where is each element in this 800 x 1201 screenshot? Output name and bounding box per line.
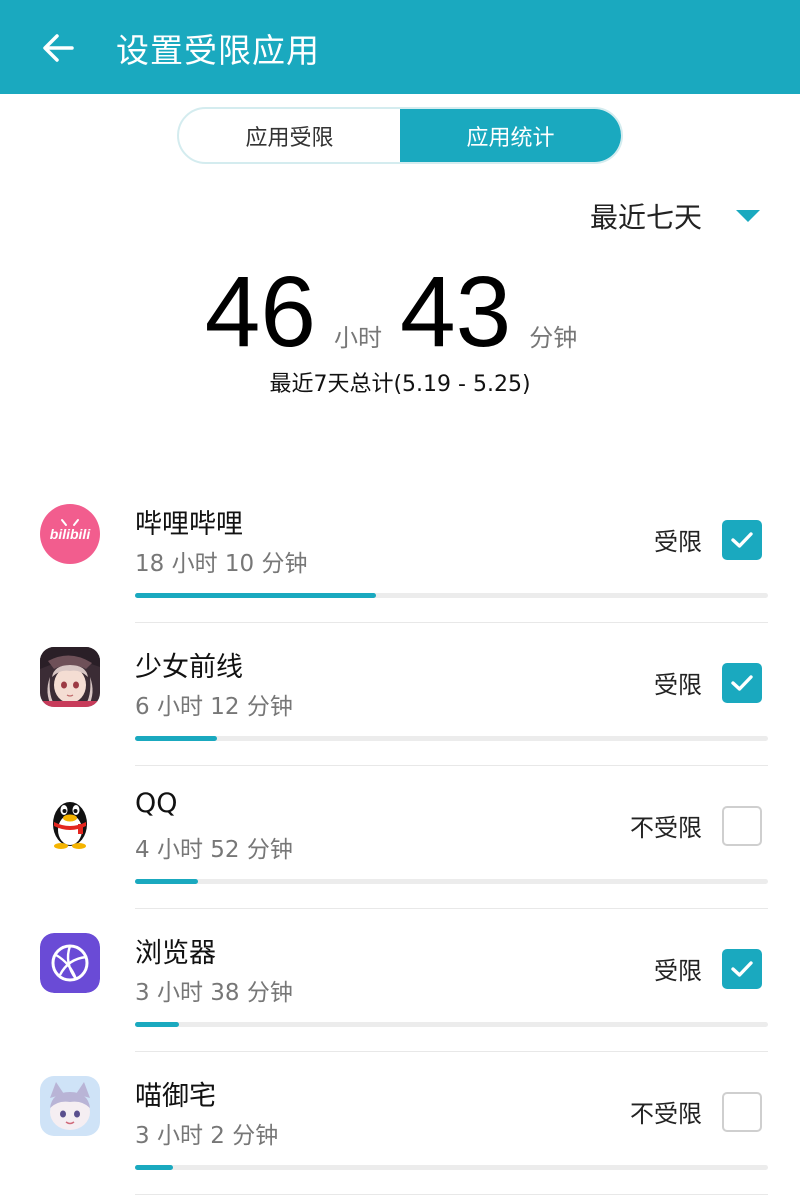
page-title: 设置受限应用 [116,31,320,70]
list-item[interactable]: 喵御宅 3 小时 2 分钟 不受限 [0,1052,800,1195]
total-subtitle: 最近7天总计(5.19 - 5.25) [269,372,531,397]
hours-unit: 小时 [334,324,382,352]
app-name: 少女前线 [135,652,243,683]
limit-status: 受限 [654,671,702,699]
browser-globe-icon [40,933,100,993]
limit-checkbox[interactable] [722,1092,762,1132]
qq-penguin-icon [40,790,100,850]
app-name: QQ [135,788,178,819]
tab-app-limits[interactable]: 应用受限 [179,109,400,162]
app-usage-time: 4 小时 52 分钟 [135,837,293,863]
dropdown-caret-icon [736,210,760,222]
tab-app-stats[interactable]: 应用统计 [400,109,621,162]
limit-status: 受限 [654,957,702,985]
app-usage-time: 3 小时 2 分钟 [135,1123,279,1149]
segmented-tabs: 应用受限 应用统计 [177,107,623,164]
girls-frontline-icon [40,647,100,707]
app-name: 哔哩哔哩 [135,509,243,540]
app-usage-time: 18 小时 10 分钟 [135,551,308,577]
total-usage: 46 小时 43 分钟 [0,262,800,362]
usage-bar-fill [135,1022,180,1027]
usage-bar [135,1165,768,1170]
limit-checkbox[interactable] [722,949,762,989]
miaoyuzhai-icon [40,1076,100,1136]
divider [135,1194,768,1195]
app-usage-time: 3 小时 38 分钟 [135,980,293,1006]
app-bar: 设置受限应用 [0,0,800,94]
limit-status: 受限 [654,528,702,556]
list-item[interactable]: bilibili 哔哩哔哩 18 小时 10 分钟 受限 [0,480,800,623]
bilibili-icon: bilibili [40,504,100,564]
limit-checkbox[interactable] [722,520,762,560]
total-minutes: 43 [400,256,512,368]
usage-bar [135,1022,768,1027]
usage-bar-fill [135,1165,173,1170]
app-name: 浏览器 [135,938,216,969]
usage-bar-fill [135,736,218,741]
minutes-unit: 分钟 [529,324,578,352]
list-item[interactable]: QQ 4 小时 52 分钟 不受限 [0,766,800,909]
limit-checkbox[interactable] [722,663,762,703]
limit-checkbox[interactable] [722,806,762,846]
range-label: 最近七天 [589,201,702,234]
back-arrow-icon[interactable] [30,20,86,76]
app-usage-time: 6 小时 12 分钟 [135,694,293,720]
app-name: 喵御宅 [135,1081,216,1112]
app-list: bilibili 哔哩哔哩 18 小时 10 分钟 受限 少女前线 6 小时 1… [0,480,800,1195]
range-dropdown[interactable]: 最近七天 [590,196,760,236]
list-item[interactable]: 少女前线 6 小时 12 分钟 受限 [0,623,800,766]
usage-bar-fill [135,593,376,598]
usage-bar [135,879,768,884]
list-item[interactable]: 浏览器 3 小时 38 分钟 受限 [0,909,800,1052]
total-hours: 46 [204,256,316,368]
usage-bar [135,736,768,741]
usage-bar [135,593,768,598]
limit-status: 不受限 [630,1100,702,1128]
limit-status: 不受限 [630,814,702,842]
usage-bar-fill [135,879,199,884]
svg-text:bilibili: bilibili [50,526,92,542]
